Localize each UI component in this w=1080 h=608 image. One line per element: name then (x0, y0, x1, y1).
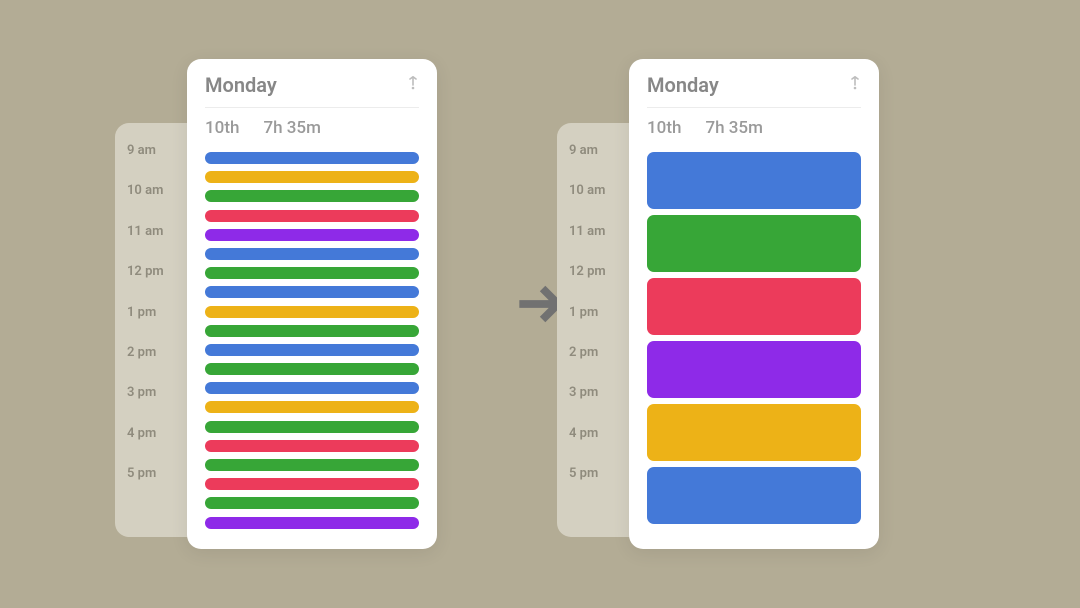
day-subheader: 10th 7h 35m (205, 108, 419, 152)
day-date: 10th (647, 118, 681, 138)
event-bar[interactable] (647, 215, 861, 272)
event-bar[interactable] (205, 286, 419, 298)
event-bar[interactable] (205, 306, 419, 318)
event-bar[interactable] (205, 382, 419, 394)
day-header: Monday (205, 73, 419, 108)
event-bar[interactable] (205, 401, 419, 413)
event-bar[interactable] (205, 190, 419, 202)
event-bar[interactable] (647, 467, 861, 524)
after-panel: 9 am10 am11 am12 pm1 pm2 pm3 pm4 pm5 pm … (611, 59, 911, 549)
event-bar[interactable] (205, 459, 419, 471)
day-card-after: Monday 10th 7h 35m (629, 59, 879, 549)
event-bar[interactable] (205, 421, 419, 433)
event-bar[interactable] (205, 229, 419, 241)
day-subheader: 10th 7h 35m (647, 108, 861, 152)
event-bar[interactable] (205, 478, 419, 490)
event-bar[interactable] (205, 344, 419, 356)
event-bar[interactable] (205, 497, 419, 509)
event-stack-consolidated (647, 152, 861, 533)
event-bar[interactable] (205, 171, 419, 183)
day-title: Monday (205, 73, 277, 97)
event-bar[interactable] (205, 152, 419, 164)
event-stack-fragmented (205, 152, 419, 533)
day-date: 10th (205, 118, 239, 138)
event-bar[interactable] (205, 440, 419, 452)
day-card-before: Monday 10th 7h 35m (187, 59, 437, 549)
event-bar[interactable] (647, 404, 861, 461)
event-bar[interactable] (205, 248, 419, 260)
event-bar[interactable] (647, 341, 861, 398)
day-title: Monday (647, 73, 719, 97)
event-bar[interactable] (205, 363, 419, 375)
event-bar[interactable] (205, 325, 419, 337)
before-panel: 9 am10 am11 am12 pm1 pm2 pm3 pm4 pm5 pm … (169, 59, 469, 549)
event-bar[interactable] (205, 210, 419, 222)
day-header: Monday (647, 73, 861, 108)
day-total: 7h 35m (263, 118, 320, 138)
event-bar[interactable] (205, 517, 419, 529)
pin-icon[interactable] (849, 76, 861, 94)
event-bar[interactable] (205, 267, 419, 279)
comparison-stage: 9 am10 am11 am12 pm1 pm2 pm3 pm4 pm5 pm … (169, 59, 911, 549)
pin-icon[interactable] (407, 76, 419, 94)
event-bar[interactable] (647, 152, 861, 209)
day-total: 7h 35m (705, 118, 762, 138)
event-bar[interactable] (647, 278, 861, 335)
